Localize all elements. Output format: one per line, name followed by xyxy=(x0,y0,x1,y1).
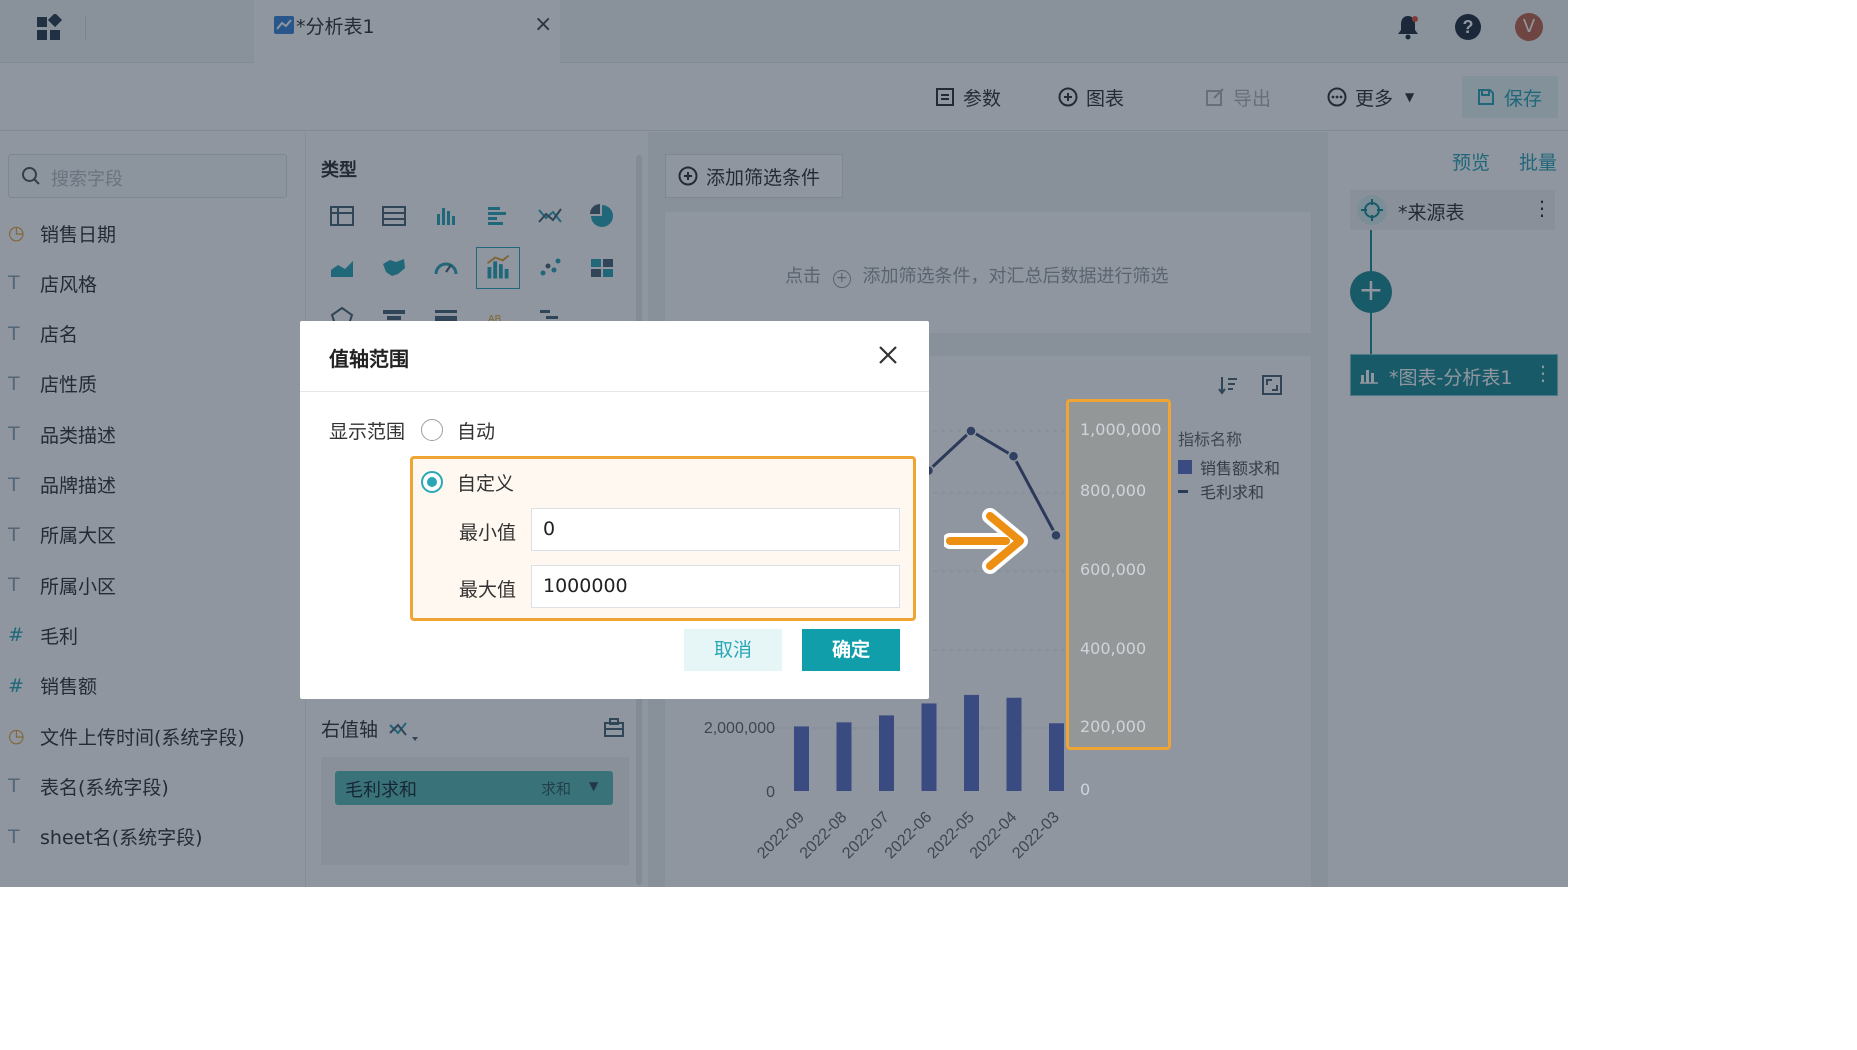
right-axis-tick: 1,000,000 xyxy=(1080,420,1162,439)
custom-range-box: 自定义 最小值 0 最大值 1000000 xyxy=(410,456,916,621)
auto-radio[interactable] xyxy=(421,419,443,441)
min-value-input[interactable]: 0 xyxy=(531,508,900,551)
max-value-label: 最大值 xyxy=(459,579,517,601)
right-axis-tick: 800,000 xyxy=(1080,481,1147,500)
max-value-input[interactable]: 1000000 xyxy=(531,565,900,608)
cancel-button[interactable]: 取消 xyxy=(684,629,782,671)
right-axis-tick: 0 xyxy=(1080,780,1091,799)
confirm-button[interactable]: 确定 xyxy=(802,629,900,671)
right-axis-tick: 600,000 xyxy=(1080,560,1147,579)
dialog-divider xyxy=(300,391,929,392)
auto-radio-label[interactable]: 自动 xyxy=(457,417,495,444)
min-value-label: 最小值 xyxy=(459,522,517,544)
right-axis-tick: 400,000 xyxy=(1080,639,1147,658)
axis-range-dialog: 值轴范围 显示范围 自动 自定义 最小值 0 最大值 1000000 取消 确定 xyxy=(300,321,929,699)
range-label: 显示范围 xyxy=(329,421,406,443)
arrow-right-icon xyxy=(944,508,1028,574)
right-axis-tick: 200,000 xyxy=(1080,717,1147,736)
close-icon[interactable] xyxy=(876,343,900,367)
custom-radio-label[interactable]: 自定义 xyxy=(457,469,514,496)
custom-radio[interactable] xyxy=(421,471,443,493)
dialog-title: 值轴范围 xyxy=(329,347,409,371)
